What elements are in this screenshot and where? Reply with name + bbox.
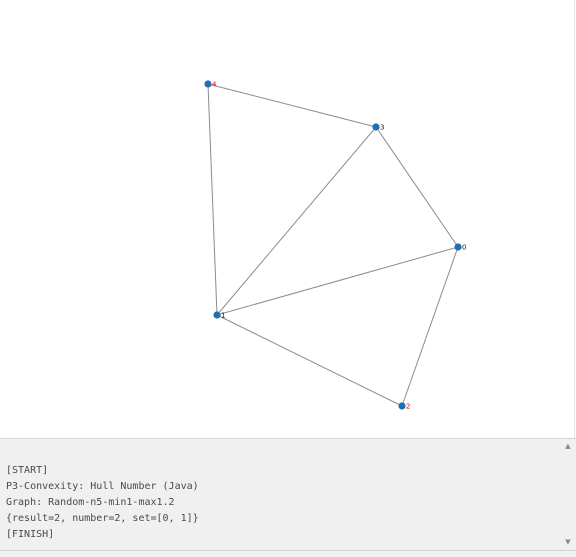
console-line: {result=2, number=2, set=[0, 1]} <box>6 513 199 524</box>
node-2[interactable] <box>398 402 406 410</box>
node-label-1: 1 <box>221 312 225 320</box>
node-0[interactable] <box>454 243 462 251</box>
console-line: [START] <box>6 465 49 476</box>
console-bottom-border <box>0 550 576 551</box>
scroll-up-arrow-icon[interactable]: ▲ <box>563 441 573 451</box>
edges-layer <box>207 83 459 407</box>
console-line: [FINISH] <box>6 529 55 540</box>
nodes-layer: 0 1 2 3 4 <box>204 80 466 411</box>
node-label-2: 2 <box>406 403 410 411</box>
edge-0-2 <box>401 246 459 407</box>
edge-4-3 <box>207 83 377 128</box>
console-scrollbar[interactable]: ▲ ▼ <box>560 439 576 557</box>
node-1[interactable] <box>213 311 221 319</box>
console-panel: [START] P3-Convexity: Hull Number (Java) G… <box>0 438 576 557</box>
edge-3-1 <box>216 126 377 316</box>
console-line: Graph: Random-n5-min1-max1.2 <box>6 497 175 508</box>
edge-1-0 <box>216 246 459 316</box>
graph-canvas[interactable]: 0 1 2 3 4 <box>0 0 576 438</box>
console-output: [START] P3-Convexity: Hull Number (Java) G… <box>6 463 558 543</box>
node-4[interactable] <box>204 80 212 88</box>
node-label-4: 4 <box>212 81 217 89</box>
canvas-right-border <box>574 0 575 438</box>
edge-4-1 <box>207 83 218 316</box>
node-3[interactable] <box>372 123 380 131</box>
edge-3-0 <box>375 126 459 248</box>
node-label-3: 3 <box>380 124 384 132</box>
scroll-down-arrow-icon[interactable]: ▼ <box>563 537 573 547</box>
edge-1-2 <box>216 314 403 407</box>
graph-view[interactable]: 0 1 2 3 4 <box>0 0 576 438</box>
console-line: P3-Convexity: Hull Number (Java) <box>6 481 199 492</box>
node-label-0: 0 <box>462 244 466 252</box>
